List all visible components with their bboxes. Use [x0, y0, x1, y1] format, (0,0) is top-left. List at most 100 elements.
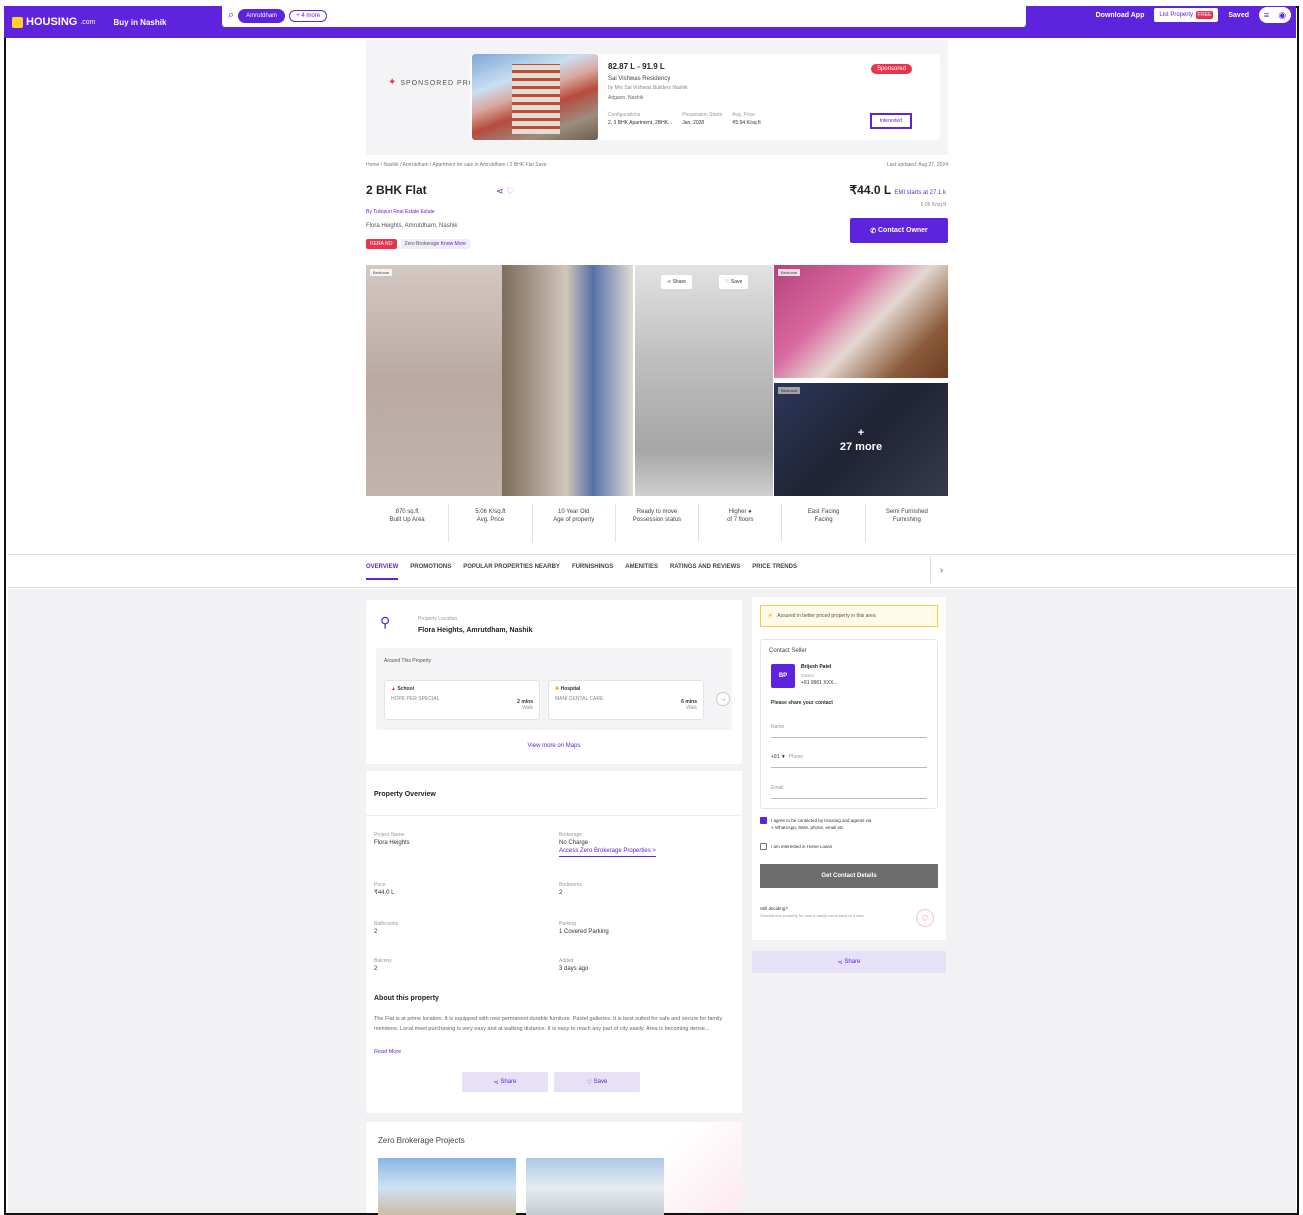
- tabs-next-chevron-icon[interactable]: ›: [930, 557, 952, 583]
- field-project-name: Project Name Flora Heights: [374, 832, 410, 846]
- name-field[interactable]: Name: [771, 724, 927, 738]
- phone-field[interactable]: +91 ▼ Phone: [771, 754, 927, 768]
- field-brokerage: Brokerage No Charge Access Zero Brokerage …: [559, 831, 656, 857]
- sponsored-builder: by Mrs Sai Vishwas Builders Nashik: [608, 85, 688, 91]
- rera-tag: RERA NO: [366, 239, 397, 249]
- field-bathrooms: Bathrooms 2: [374, 921, 399, 935]
- about-text: The Flat is at prime location. It is equ…: [374, 1016, 723, 1032]
- dealer-link[interactable]: By Tulsipuri Real Estate Estate: [366, 209, 435, 215]
- zero-projects-title: Zero Brokerage Projects: [378, 1136, 465, 1145]
- contact-heading: Contact Seller: [769, 648, 807, 654]
- side-share-button[interactable]: ⋖ Share: [752, 951, 946, 973]
- around-property: Around This Property ▲ School HOPE PER S…: [376, 648, 732, 730]
- sponsored-price: 82.87 L - 91.9 L: [608, 62, 665, 71]
- hospital-icon: ✚: [555, 686, 560, 692]
- gallery-photo-3[interactable]: Bedroom: [774, 265, 948, 378]
- poi-next-arrow-icon[interactable]: →: [716, 692, 730, 706]
- poi-card[interactable]: ▲ School HOPE PER SPECIAL 2 mins Walk: [384, 680, 540, 720]
- gallery-share-button[interactable]: ⋖ Share: [661, 275, 692, 289]
- meta-config: Configurations 2, 3 BHK Apartment, 2BHK..…: [608, 112, 673, 126]
- list-property-label: List Property: [1159, 12, 1194, 18]
- gallery-photo-2[interactable]: ⋖ Share ♡ Save: [635, 265, 773, 496]
- consent-checkbox-row[interactable]: I agree to be contacted by Housing and a…: [760, 817, 871, 831]
- get-contact-details-button[interactable]: Get Contact Details: [760, 864, 938, 888]
- overview-share-button[interactable]: ⋖ Share: [462, 1072, 548, 1092]
- stat-area: 870 sq.ft Built Up Area: [366, 504, 450, 542]
- consent-checkbox[interactable]: [760, 817, 767, 824]
- location-title: Flora Heights, Amrutdham, Nashik: [418, 627, 533, 634]
- photo-badge: Bedroom: [778, 269, 801, 276]
- tab-amenities[interactable]: AMENITIES: [625, 564, 658, 580]
- field-balcony: Balcony 2: [374, 958, 392, 972]
- info-icon[interactable]: ●: [748, 509, 752, 515]
- search-locality-chip[interactable]: Amrutdham: [238, 8, 286, 23]
- contact-seller-form: Contact Seller BP Brijesh Patel Owner +9…: [760, 639, 938, 809]
- photo-gallery[interactable]: Bedroom ⋖ Share ♡ Save Bedroom Bedroom + …: [366, 265, 948, 496]
- email-field[interactable]: Email: [771, 785, 927, 799]
- stat-age: 10 Year Old Age of property: [533, 504, 616, 542]
- project-thumbnail[interactable]: [378, 1158, 516, 1215]
- country-code-select[interactable]: +91 ▼: [771, 754, 786, 760]
- gallery-main-photo[interactable]: Bedroom: [366, 265, 633, 496]
- share-icon[interactable]: ⋖: [496, 186, 504, 196]
- seller-role: Owner: [801, 673, 815, 678]
- interested-button[interactable]: Interested: [869, 113, 912, 129]
- logo-text: HOUSING: [26, 16, 78, 28]
- page-title: 2 BHK Flat: [366, 183, 427, 197]
- school-icon: ▲: [391, 686, 396, 692]
- hamburger-icon: ≡: [1263, 10, 1269, 20]
- property-overview-card: Property Overview Project Name Flora Heig…: [366, 771, 742, 1113]
- home-loan-checkbox[interactable]: [760, 843, 767, 850]
- gallery-photo-4[interactable]: Bedroom + 27 more: [774, 383, 948, 496]
- zero-brokerage-link[interactable]: Access Zero Brokerage Properties >: [559, 847, 656, 857]
- user-avatar-icon: ◉: [1278, 9, 1287, 20]
- stat-possession: Ready to move Possession status: [616, 504, 700, 542]
- home-loan-checkbox-row[interactable]: I am interested in Home Loans: [760, 843, 832, 850]
- more-photos-overlay[interactable]: + 27 more: [774, 383, 948, 496]
- section-tabs: OVERVIEW PROMOTIONS POPULAR PROPERTIES N…: [366, 564, 797, 580]
- search-more-chip[interactable]: + 4 more: [289, 9, 328, 22]
- search-bar[interactable]: ⌕ Amrutdham + 4 more: [222, 4, 1026, 27]
- buy-in-dropdown[interactable]: Buy in Nashik: [114, 18, 167, 27]
- gallery-save-button[interactable]: ♡ Save: [719, 275, 749, 289]
- sponsored-project-name: Sai Vishwas Residency: [608, 76, 671, 82]
- list-property-button[interactable]: List Property FREE: [1154, 8, 1219, 22]
- field-parking: Parking 1 Covered Parking: [559, 921, 609, 935]
- view-maps-link[interactable]: View more on Maps: [366, 743, 742, 749]
- seller-phone: +91 9961 XXX...: [801, 680, 838, 686]
- share-icon: ⋖: [837, 959, 845, 966]
- sparkle-icon: ✦: [388, 77, 398, 88]
- zero-brokerage-info: Zero Brokerage Know More: [400, 239, 470, 249]
- tab-price-trends[interactable]: PRICE TRENDS: [752, 564, 797, 580]
- emi-link[interactable]: EMI starts at 27.1 k: [894, 190, 946, 196]
- project-thumbnail[interactable]: [526, 1158, 664, 1215]
- tab-popular-nearby[interactable]: POPULAR PROPERTIES NEARBY: [463, 564, 560, 580]
- overview-save-button[interactable]: ♡ Save: [554, 1072, 640, 1092]
- poi-card[interactable]: ✚ Hospital MANI DENTAL CARE 6 mins Walk: [548, 680, 704, 720]
- know-more-link[interactable]: Know More: [441, 241, 466, 247]
- tab-ratings[interactable]: RATINGS AND REVIEWS: [670, 564, 740, 580]
- saved-button[interactable]: Saved: [1228, 12, 1249, 19]
- overview-title: Property Overview: [374, 791, 436, 798]
- user-menu-button[interactable]: ≡ ◉: [1259, 7, 1291, 23]
- heart-icon[interactable]: ♡: [506, 186, 514, 196]
- sponsored-banner: ✦ SPONSORED PROJECT 82.87 L - 91.9 L Sai…: [366, 40, 948, 155]
- sponsored-project-card[interactable]: 82.87 L - 91.9 L Sai Vishwas Residency b…: [470, 54, 940, 140]
- contact-owner-button[interactable]: ✆ Contact Owner: [850, 218, 948, 243]
- read-more-link[interactable]: Read More: [374, 1049, 401, 1055]
- download-app-button[interactable]: Download App: [1096, 12, 1145, 19]
- logo-suffix: .com: [80, 18, 96, 26]
- tab-furnishings[interactable]: FURNISHINGS: [572, 564, 613, 580]
- breadcrumb[interactable]: Home / Nashik / Amrutdham / Apartment fo…: [366, 162, 547, 168]
- shortlist-heart-icon[interactable]: ♡: [916, 909, 934, 927]
- tab-promotions[interactable]: PROMOTIONS: [410, 564, 451, 580]
- phone-icon: ✆: [870, 227, 878, 235]
- nav-actions: Download App List Property FREE Saved ≡ …: [1096, 7, 1291, 23]
- tab-overview[interactable]: OVERVIEW: [366, 564, 399, 580]
- housing-logo[interactable]: HOUSING .com: [12, 16, 96, 28]
- heart-icon: ♡: [586, 1079, 594, 1086]
- logo-mark-icon: [12, 16, 23, 28]
- listing-price: ₹44.0 L EMI starts at 27.1 k: [849, 183, 946, 197]
- photo-badge: Bedroom: [370, 269, 393, 276]
- location-card: ⚲ Property Location Flora Heights, Amrut…: [366, 600, 742, 764]
